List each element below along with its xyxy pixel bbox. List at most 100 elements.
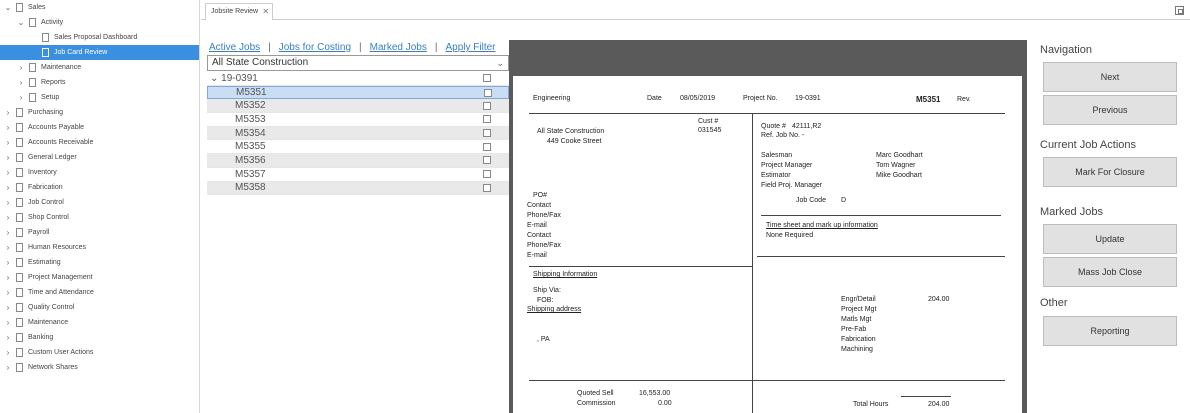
sidebar-item[interactable]: › Purchasing bbox=[0, 105, 199, 120]
customer-filter-dropdown[interactable]: All State Construction ⌄ bbox=[207, 55, 509, 71]
chevron-right-icon[interactable]: › bbox=[4, 213, 12, 222]
sidebar-item[interactable]: › Custom User Actions bbox=[0, 345, 199, 360]
chevron-right-icon[interactable]: › bbox=[4, 108, 12, 117]
chevron-right-icon[interactable]: › bbox=[4, 168, 12, 177]
chevron-right-icon[interactable]: › bbox=[4, 288, 12, 297]
chevron-right-icon[interactable]: › bbox=[4, 138, 12, 147]
next-button[interactable]: Next bbox=[1043, 62, 1177, 92]
job-group-checkbox[interactable] bbox=[483, 74, 491, 83]
job-card-report-viewer: Engineering Date 08/05/2019 Project No. … bbox=[509, 40, 1027, 413]
job-group-label: ⌄ 19-0391 bbox=[207, 73, 258, 84]
chevron-right-icon[interactable]: › bbox=[4, 198, 12, 207]
chevron-down-icon[interactable]: ⌄ bbox=[4, 3, 12, 12]
divider bbox=[529, 266, 753, 267]
previous-button[interactable]: Previous bbox=[1043, 95, 1177, 125]
sidebar-item[interactable]: › Estimating bbox=[0, 255, 199, 270]
sidebar-item[interactable]: › Project Management bbox=[0, 270, 199, 285]
sidebar-item[interactable]: › Reports bbox=[0, 75, 199, 90]
sidebar-item[interactable]: Sales Proposal Dashboard bbox=[0, 30, 199, 45]
job-row[interactable]: M5356 bbox=[207, 154, 509, 168]
mass-job-close-button[interactable]: Mass Job Close bbox=[1043, 257, 1177, 287]
job-row[interactable]: M5355 bbox=[207, 140, 509, 155]
job-row[interactable]: M5357 bbox=[207, 168, 509, 182]
job-row[interactable]: M5353 bbox=[207, 113, 509, 127]
sidebar-item[interactable]: › Shop Control bbox=[0, 210, 199, 225]
sidebar-item[interactable]: › Human Resources bbox=[0, 240, 199, 255]
update-button[interactable]: Update bbox=[1043, 224, 1177, 254]
job-checkbox[interactable] bbox=[483, 183, 491, 192]
document-icon bbox=[29, 18, 36, 27]
sidebar-item[interactable]: › Job Control bbox=[0, 195, 199, 210]
chevron-right-icon[interactable]: › bbox=[4, 153, 12, 162]
maximize-icon[interactable] bbox=[1175, 6, 1184, 15]
tab-jobsite-review[interactable]: Jobsite Review ✕ bbox=[205, 3, 274, 20]
sidebar-item-label: Sales Proposal Dashboard bbox=[54, 34, 138, 41]
chevron-right-icon[interactable]: › bbox=[4, 363, 12, 372]
jobs-for-costing-link[interactable]: Jobs for Costing bbox=[279, 42, 351, 53]
document-icon bbox=[16, 273, 23, 282]
report-project-no: 19-0391 bbox=[795, 95, 821, 102]
job-group-row[interactable]: ⌄ 19-0391 bbox=[207, 72, 509, 86]
sidebar-item[interactable]: › Inventory bbox=[0, 165, 199, 180]
sidebar-item-label: Setup bbox=[41, 94, 60, 101]
shipping-address-label: Shipping address bbox=[527, 306, 582, 313]
report-date: 08/05/2019 bbox=[680, 95, 716, 102]
sidebar-item[interactable]: › General Ledger bbox=[0, 150, 199, 165]
reporting-button[interactable]: Reporting bbox=[1043, 316, 1177, 346]
sidebar-item[interactable]: › Payroll bbox=[0, 225, 199, 240]
chevron-right-icon[interactable]: › bbox=[4, 333, 12, 342]
quoted-sell-value: 16,553.00 bbox=[639, 390, 671, 397]
job-row[interactable]: M5352 bbox=[207, 99, 509, 114]
close-icon[interactable]: ✕ bbox=[262, 4, 269, 19]
sidebar-item[interactable]: ⌄ Sales bbox=[0, 0, 199, 15]
sidebar-item[interactable]: ⌄ Activity bbox=[0, 15, 199, 30]
job-filter-links: Active Jobs | Jobs for Costing | Marked Jobs… bbox=[209, 42, 496, 53]
marked-jobs-link[interactable]: Marked Jobs bbox=[370, 42, 427, 53]
mark-for-closure-button[interactable]: Mark For Closure bbox=[1043, 157, 1177, 187]
job-checkbox[interactable] bbox=[484, 88, 492, 97]
sidebar-item[interactable]: › Quality Control bbox=[0, 300, 199, 315]
chevron-right-icon[interactable]: › bbox=[4, 243, 12, 252]
sidebar-item[interactable]: Job Card Review bbox=[0, 45, 199, 60]
job-checkbox[interactable] bbox=[483, 142, 491, 151]
chevron-right-icon[interactable]: › bbox=[4, 258, 12, 267]
chevron-down-icon[interactable]: ⌄ bbox=[17, 18, 25, 27]
sidebar-item[interactable]: › Network Shares bbox=[0, 360, 199, 375]
chevron-right-icon[interactable]: › bbox=[17, 93, 25, 102]
chevron-right-icon[interactable]: › bbox=[17, 63, 25, 72]
job-checkbox[interactable] bbox=[483, 115, 491, 124]
sidebar-item[interactable]: › Maintenance bbox=[0, 60, 199, 75]
sidebar-item[interactable]: › Time and Attendance bbox=[0, 285, 199, 300]
chevron-right-icon[interactable]: › bbox=[4, 318, 12, 327]
chevron-right-icon[interactable]: › bbox=[4, 348, 12, 357]
job-row[interactable]: M5354 bbox=[207, 126, 509, 141]
sidebar-item[interactable]: › Setup bbox=[0, 90, 199, 105]
document-icon bbox=[16, 138, 23, 147]
job-number: M5357 bbox=[235, 168, 266, 180]
chevron-right-icon[interactable]: › bbox=[4, 273, 12, 282]
sidebar-item[interactable]: › Accounts Payable bbox=[0, 120, 199, 135]
timesheet-label: Time sheet and mark up information bbox=[766, 222, 878, 229]
sidebar-item[interactable]: › Accounts Receivable bbox=[0, 135, 199, 150]
chevron-right-icon[interactable]: › bbox=[17, 78, 25, 87]
job-checkbox[interactable] bbox=[483, 156, 491, 165]
contact-label: E-mail bbox=[527, 252, 547, 259]
job-checkbox[interactable] bbox=[483, 170, 491, 179]
sidebar-item[interactable]: › Maintenance bbox=[0, 315, 199, 330]
document-icon bbox=[16, 168, 23, 177]
sidebar-item[interactable]: › Fabrication bbox=[0, 180, 199, 195]
sidebar-item-label: Maintenance bbox=[28, 319, 69, 326]
job-checkbox[interactable] bbox=[483, 129, 491, 138]
chevron-right-icon[interactable]: › bbox=[4, 303, 12, 312]
active-jobs-link[interactable]: Active Jobs bbox=[209, 42, 260, 53]
chevron-right-icon[interactable]: › bbox=[4, 183, 12, 192]
job-row[interactable]: M5351 bbox=[207, 85, 509, 100]
job-checkbox[interactable] bbox=[483, 101, 491, 110]
job-row[interactable]: M5358 bbox=[207, 181, 509, 196]
sidebar-item[interactable]: › Banking bbox=[0, 330, 199, 345]
chevron-right-icon[interactable]: › bbox=[4, 123, 12, 132]
report-role-label: Salesman bbox=[761, 152, 793, 159]
apply-filter-link[interactable]: Apply Filter bbox=[445, 42, 495, 53]
chevron-down-icon[interactable]: ⌄ bbox=[210, 73, 218, 84]
chevron-right-icon[interactable]: › bbox=[4, 228, 12, 237]
